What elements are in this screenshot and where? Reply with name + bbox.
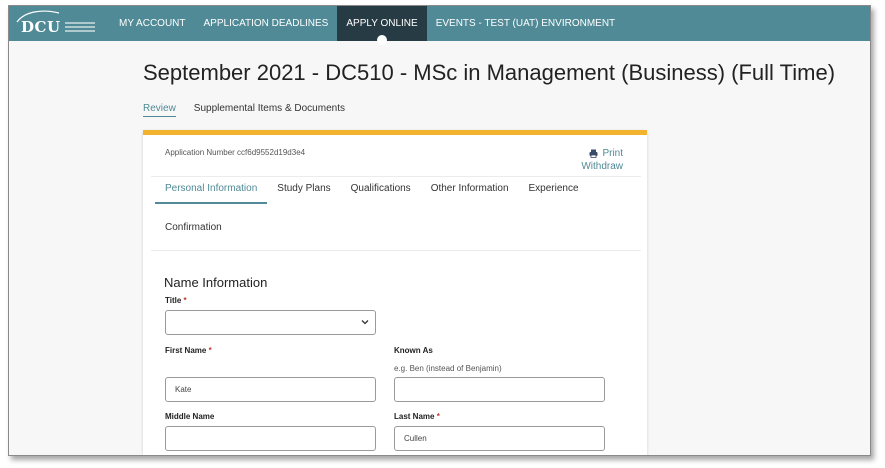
chevron-down-icon	[361, 320, 369, 325]
title-select[interactable]	[165, 310, 376, 335]
tab-experience[interactable]: Experience	[519, 175, 589, 204]
logo-tagline	[64, 21, 95, 33]
section-title: Name Information	[164, 275, 268, 290]
required-marker: *	[208, 346, 212, 355]
active-indicator-icon	[377, 35, 388, 45]
known-as-field[interactable]	[394, 377, 605, 402]
middle-name-label: Middle Name	[165, 412, 215, 421]
application-card: Application Number ccf6d9552d19d3e4 Prin…	[143, 130, 647, 455]
first-name-value: Kate	[175, 385, 192, 394]
tab-confirmation[interactable]: Confirmation	[165, 222, 222, 233]
application-number: Application Number ccf6d9552d19d3e4	[165, 148, 306, 157]
application-tabs: Personal Information Study Plans Qualifi…	[155, 175, 589, 204]
subtab-supplemental-items[interactable]: Supplemental Items & Documents	[194, 103, 345, 117]
required-marker: *	[436, 412, 440, 421]
print-link[interactable]: Print	[589, 148, 623, 159]
tab-personal-information[interactable]: Personal Information	[155, 175, 268, 204]
last-name-label: Last Name *	[394, 412, 440, 421]
title-label: Title *	[165, 296, 187, 305]
nav-application-deadlines[interactable]: APPLICATION DEADLINES	[195, 6, 338, 41]
nav-my-account[interactable]: MY ACCOUNT	[110, 6, 195, 41]
print-label: Print	[602, 148, 623, 159]
tab-other-information[interactable]: Other Information	[421, 175, 519, 204]
dcu-logo[interactable]: DCU	[9, 6, 110, 41]
printer-icon	[589, 149, 598, 158]
divider	[151, 250, 641, 251]
last-name-field[interactable]: Cullen	[394, 426, 605, 451]
app-window: DCU MY ACCOUNT APPLICATION DEADLINES APP…	[8, 5, 871, 456]
page-subtabs: Review Supplemental Items & Documents	[143, 103, 345, 117]
known-as-hint: e.g. Ben (instead of Benjamin)	[394, 364, 502, 373]
subtab-review[interactable]: Review	[143, 103, 176, 117]
required-marker: *	[183, 296, 187, 305]
known-as-label: Known As	[394, 346, 433, 355]
first-name-label: First Name *	[165, 346, 212, 355]
page-title: September 2021 - DC510 - MSc in Manageme…	[143, 60, 836, 85]
nav-apply-online[interactable]: APPLY ONLINE	[337, 6, 427, 45]
first-name-field[interactable]: Kate	[165, 377, 376, 402]
tab-study-plans[interactable]: Study Plans	[267, 175, 340, 204]
nav-events[interactable]: EVENTS - TEST (UAT) ENVIRONMENT	[427, 6, 624, 41]
tab-qualifications[interactable]: Qualifications	[341, 175, 421, 204]
withdraw-link[interactable]: Withdraw	[581, 161, 623, 172]
first-name-label-text: First Name	[165, 346, 207, 355]
middle-name-field[interactable]	[165, 426, 376, 451]
logo-text: DCU	[21, 17, 61, 36]
nav-apply-online-label: APPLY ONLINE	[346, 18, 418, 29]
title-label-text: Title	[165, 296, 182, 305]
top-navigation: DCU MY ACCOUNT APPLICATION DEADLINES APP…	[9, 6, 870, 45]
last-name-value: Cullen	[404, 434, 427, 443]
last-name-label-text: Last Name	[394, 412, 435, 421]
